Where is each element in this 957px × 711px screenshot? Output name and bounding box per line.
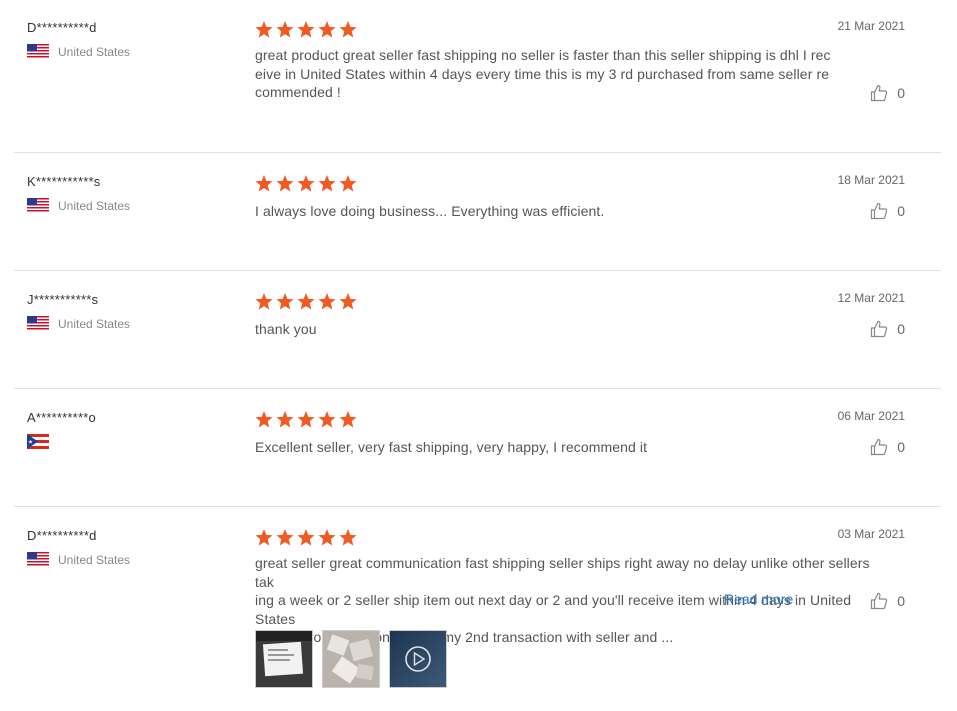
star-rating xyxy=(255,175,357,192)
star-icon xyxy=(297,529,315,546)
star-icon xyxy=(318,21,336,38)
star-rating xyxy=(255,411,357,428)
reviewer-country xyxy=(27,434,58,449)
star-icon xyxy=(339,411,357,428)
review-media xyxy=(255,630,447,688)
like-count: 0 xyxy=(897,439,905,455)
thumbs-up-icon xyxy=(871,438,888,456)
review-divider xyxy=(14,270,941,271)
review-text-line: eive in United States within 4 days ever… xyxy=(255,65,830,82)
star-icon xyxy=(276,411,294,428)
review-divider xyxy=(14,388,941,389)
reviewer-country: United States xyxy=(27,198,130,213)
like-count: 0 xyxy=(897,203,905,219)
reviewer-country: United States xyxy=(27,44,130,59)
star-icon xyxy=(339,293,357,310)
star-icon xyxy=(255,175,273,192)
country-label: United States xyxy=(58,44,131,59)
star-icon xyxy=(318,175,336,192)
reviewer-name: J***********s xyxy=(27,292,99,307)
star-icon xyxy=(339,529,357,546)
review-item: D**********d United States 21 Mar 2021 g… xyxy=(14,19,941,120)
review-text: thank you xyxy=(255,320,835,339)
like-count: 0 xyxy=(897,321,905,337)
star-icon xyxy=(276,293,294,310)
review-text-line: commended ! xyxy=(255,84,341,100)
star-icon xyxy=(276,529,294,546)
star-icon xyxy=(339,175,357,192)
star-icon xyxy=(297,293,315,310)
reviewer-name: K***********s xyxy=(27,174,101,189)
helpful-button[interactable]: 0 xyxy=(870,592,905,610)
reviewer-name: A**********o xyxy=(27,410,96,425)
helpful-button[interactable]: 0 xyxy=(870,320,905,338)
star-icon xyxy=(255,529,273,546)
review-item: J***********s United States 12 Mar 2021 … xyxy=(14,291,941,352)
review-text-line: I always love doing business... Everythi… xyxy=(255,203,605,219)
star-icon xyxy=(297,175,315,192)
star-icon xyxy=(318,411,336,428)
review-date: 18 Mar 2021 xyxy=(837,173,905,187)
star-icon xyxy=(339,21,357,38)
review-date: 06 Mar 2021 xyxy=(837,409,905,423)
country-label: United States xyxy=(58,198,131,213)
star-icon xyxy=(318,529,336,546)
star-rating xyxy=(255,529,357,546)
review-text-line: great product great seller fast shipping… xyxy=(255,47,831,63)
review-item: K***********s United States 18 Mar 2021 … xyxy=(14,173,941,234)
review-date: 21 Mar 2021 xyxy=(837,19,905,33)
star-icon xyxy=(255,293,273,310)
star-icon xyxy=(276,175,294,192)
reviewer-country: United States xyxy=(27,552,130,567)
thumbs-up-icon xyxy=(871,84,888,102)
review-divider xyxy=(14,152,941,153)
review-text-line: great seller great communication fast sh… xyxy=(255,555,870,590)
star-icon xyxy=(297,411,315,428)
review-text: Excellent seller, very fast shipping, ve… xyxy=(255,438,835,457)
reviewer-name: D**********d xyxy=(27,528,97,543)
review-item: D**********d United States 03 Mar 2021 g… xyxy=(14,527,941,690)
review-text: great product great seller fast shipping… xyxy=(255,46,835,102)
review-date: 03 Mar 2021 xyxy=(837,527,905,541)
thumbs-up-icon xyxy=(871,592,888,610)
thumbs-up-icon xyxy=(871,202,888,220)
helpful-button[interactable]: 0 xyxy=(870,202,905,220)
review-photo-thumbnail[interactable] xyxy=(322,630,380,688)
review-video-thumbnail[interactable] xyxy=(389,630,447,688)
thumbs-up-icon xyxy=(871,320,888,338)
us-flag-icon xyxy=(27,316,49,331)
reviewer-name: D**********d xyxy=(27,20,97,35)
country-label: United States xyxy=(58,316,131,331)
like-count: 0 xyxy=(897,593,905,609)
review-date: 12 Mar 2021 xyxy=(837,291,905,305)
play-icon xyxy=(405,646,431,672)
like-count: 0 xyxy=(897,85,905,101)
review-item: A**********o 06 Mar 2021 Excellent selle… xyxy=(14,409,941,470)
star-rating xyxy=(255,21,357,38)
star-icon xyxy=(318,293,336,310)
review-divider xyxy=(14,506,941,507)
reviewer-country: United States xyxy=(27,316,130,331)
review-text: I always love doing business... Everythi… xyxy=(255,202,835,221)
star-icon xyxy=(297,21,315,38)
star-icon xyxy=(255,21,273,38)
star-icon xyxy=(276,21,294,38)
helpful-button[interactable]: 0 xyxy=(870,84,905,102)
helpful-button[interactable]: 0 xyxy=(870,438,905,456)
country-label: United States xyxy=(58,552,131,567)
puerto-rico-flag-icon xyxy=(27,434,49,449)
read-more-link[interactable]: Read more xyxy=(724,591,793,607)
us-flag-icon xyxy=(27,552,49,567)
us-flag-icon xyxy=(27,198,49,213)
review-photo-thumbnail[interactable] xyxy=(255,630,313,688)
review-text-line: Excellent seller, very fast shipping, ve… xyxy=(255,439,648,455)
star-rating xyxy=(255,293,357,310)
us-flag-icon xyxy=(27,44,49,59)
star-icon xyxy=(255,411,273,428)
review-text-line: thank you xyxy=(255,321,317,337)
